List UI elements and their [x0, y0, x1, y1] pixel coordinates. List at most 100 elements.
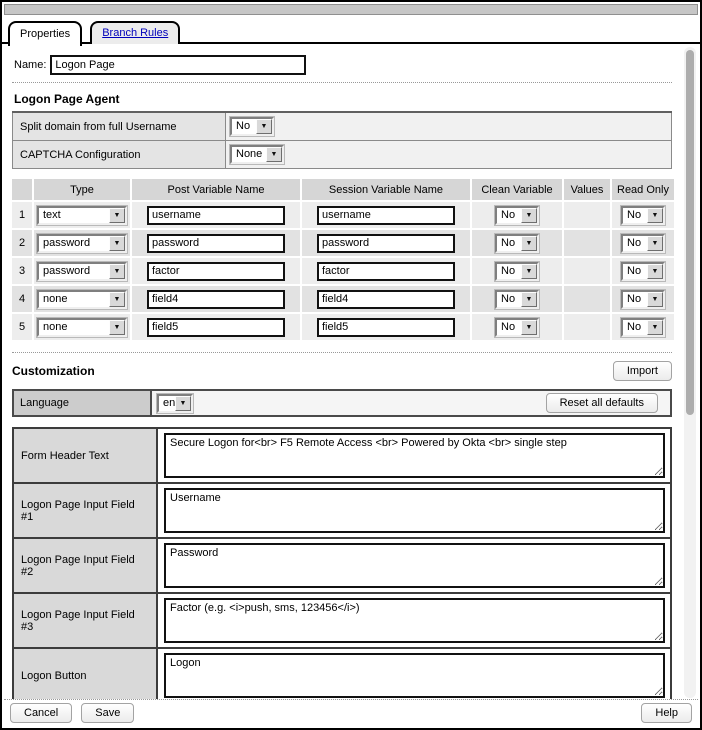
form-header-text-textarea[interactable]: Secure Logon for<br> F5 Remote Access <b… [164, 433, 665, 478]
scrollbar-thumb[interactable] [686, 50, 694, 415]
separator [12, 352, 672, 353]
row3-post-var-input[interactable] [147, 262, 285, 281]
tab-branch-rules[interactable]: Branch Rules [90, 21, 180, 44]
help-button[interactable]: Help [641, 703, 692, 723]
cancel-button[interactable]: Cancel [10, 703, 72, 723]
row1-read-only-select[interactable]: No▼ [621, 206, 665, 225]
row2-session-var-input[interactable] [317, 234, 455, 253]
split-domain-value: No [232, 119, 256, 134]
row4-values-cell [564, 286, 610, 312]
row-number: 4 [12, 286, 32, 312]
row4-post-var-input[interactable] [147, 290, 285, 309]
table-row: Logon Page Input Field #1 Username [13, 483, 671, 538]
session-var-column-header: Session Variable Name [302, 179, 470, 200]
dropdown-arrow-icon: ▼ [521, 208, 537, 223]
row4-clean-var-select[interactable]: No▼ [495, 290, 539, 309]
logon-fields-table: Type Post Variable Name Session Variable… [10, 177, 676, 342]
row4-type-select[interactable]: none▼ [37, 290, 127, 309]
row5-clean-var-select[interactable]: No▼ [495, 318, 539, 337]
logon-input-field-1-textarea[interactable]: Username [164, 488, 665, 533]
row1-type-select[interactable]: text▼ [37, 206, 127, 225]
table-row: Form Header Text Secure Logon for<br> F5… [13, 428, 671, 483]
dropdown-arrow-icon: ▼ [521, 264, 537, 279]
dropdown-arrow-icon: ▼ [521, 320, 537, 335]
table-row: Split domain from full Username No ▼ [13, 112, 672, 141]
dropdown-arrow-icon: ▼ [109, 264, 125, 279]
row5-post-var-input[interactable] [147, 318, 285, 337]
row4-session-var-input[interactable] [317, 290, 455, 309]
logon-button-textarea[interactable]: Logon [164, 653, 665, 698]
row-number: 1 [12, 202, 32, 228]
table-row: CAPTCHA Configuration None ▼ [13, 141, 672, 169]
row4-clean-var-value: No [497, 292, 521, 307]
save-button[interactable]: Save [81, 703, 134, 723]
split-domain-select[interactable]: No ▼ [230, 117, 274, 136]
values-column-header: Values [564, 179, 610, 200]
tab-bar: Properties Branch Rules [2, 21, 700, 44]
dropdown-arrow-icon: ▼ [175, 396, 191, 411]
dropdown-arrow-icon: ▼ [109, 236, 125, 251]
row2-read-only-select[interactable]: No▼ [621, 234, 665, 253]
row3-session-var-input[interactable] [317, 262, 455, 281]
table-row: Logon Page Input Field #2 Password [13, 538, 671, 593]
window-titlebar[interactable] [4, 4, 698, 15]
row5-type-select[interactable]: none▼ [37, 318, 127, 337]
captcha-config-select[interactable]: None ▼ [230, 145, 284, 164]
import-button[interactable]: Import [613, 361, 672, 381]
agent-section-title: Logon Page Agent [14, 92, 672, 106]
row2-clean-var-select[interactable]: No▼ [495, 234, 539, 253]
row3-type-value: password [39, 264, 109, 279]
row-number: 3 [12, 258, 32, 284]
table-row: Logon Page Input Field #3 Factor (e.g. <… [13, 593, 671, 648]
row1-read-only-value: No [623, 208, 647, 223]
customization-header: Customization Import [12, 361, 672, 381]
logon-input-field-3-textarea[interactable]: Factor (e.g. <i>push, sms, 123456</i>) [164, 598, 665, 643]
row3-values-cell [564, 258, 610, 284]
row4-read-only-select[interactable]: No▼ [621, 290, 665, 309]
vertical-scrollbar[interactable] [684, 47, 696, 698]
row3-clean-var-select[interactable]: No▼ [495, 262, 539, 281]
dropdown-arrow-icon: ▼ [521, 236, 537, 251]
separator [12, 82, 672, 83]
row5-read-only-select[interactable]: No▼ [621, 318, 665, 337]
row1-clean-var-select[interactable]: No▼ [495, 206, 539, 225]
row3-read-only-value: No [623, 264, 647, 279]
row1-session-var-input[interactable] [317, 206, 455, 225]
name-input[interactable] [50, 55, 306, 75]
dropdown-arrow-icon: ▼ [109, 208, 125, 223]
logon-input-field-3-label: Logon Page Input Field #3 [13, 593, 157, 648]
row5-clean-var-value: No [497, 320, 521, 335]
tab-properties-label: Properties [20, 28, 70, 40]
row1-clean-var-value: No [497, 208, 521, 223]
row-number: 5 [12, 314, 32, 340]
table-row: Language en ▼ Reset all defaults [13, 390, 671, 416]
table-row: 1 text▼ No▼ No▼ [12, 202, 674, 228]
table-header-row: Type Post Variable Name Session Variable… [12, 179, 674, 200]
row2-type-select[interactable]: password▼ [37, 234, 127, 253]
row4-type-value: none [39, 292, 109, 307]
row3-read-only-select[interactable]: No▼ [621, 262, 665, 281]
num-column-header [12, 179, 32, 200]
read-only-column-header: Read Only [612, 179, 674, 200]
row5-values-cell [564, 314, 610, 340]
row-number: 2 [12, 230, 32, 256]
logon-input-field-2-textarea[interactable]: Password [164, 543, 665, 588]
customization-fields-table: Form Header Text Secure Logon for<br> F5… [12, 427, 672, 699]
row3-clean-var-value: No [497, 264, 521, 279]
row2-read-only-value: No [623, 236, 647, 251]
dropdown-arrow-icon: ▼ [109, 320, 125, 335]
row5-session-var-input[interactable] [317, 318, 455, 337]
footer-bar: Cancel Save Help [4, 699, 698, 726]
split-domain-label: Split domain from full Username [13, 112, 226, 141]
form-header-text-label: Form Header Text [13, 428, 157, 483]
row3-type-select[interactable]: password▼ [37, 262, 127, 281]
row1-post-var-input[interactable] [147, 206, 285, 225]
language-select[interactable]: en ▼ [157, 394, 193, 413]
captcha-config-cell: None ▼ [226, 141, 672, 169]
dropdown-arrow-icon: ▼ [647, 208, 663, 223]
reset-all-defaults-button[interactable]: Reset all defaults [546, 393, 658, 413]
dropdown-arrow-icon: ▼ [647, 264, 663, 279]
table-row: Logon Button Logon [13, 648, 671, 699]
tab-properties[interactable]: Properties [8, 21, 82, 46]
row2-post-var-input[interactable] [147, 234, 285, 253]
